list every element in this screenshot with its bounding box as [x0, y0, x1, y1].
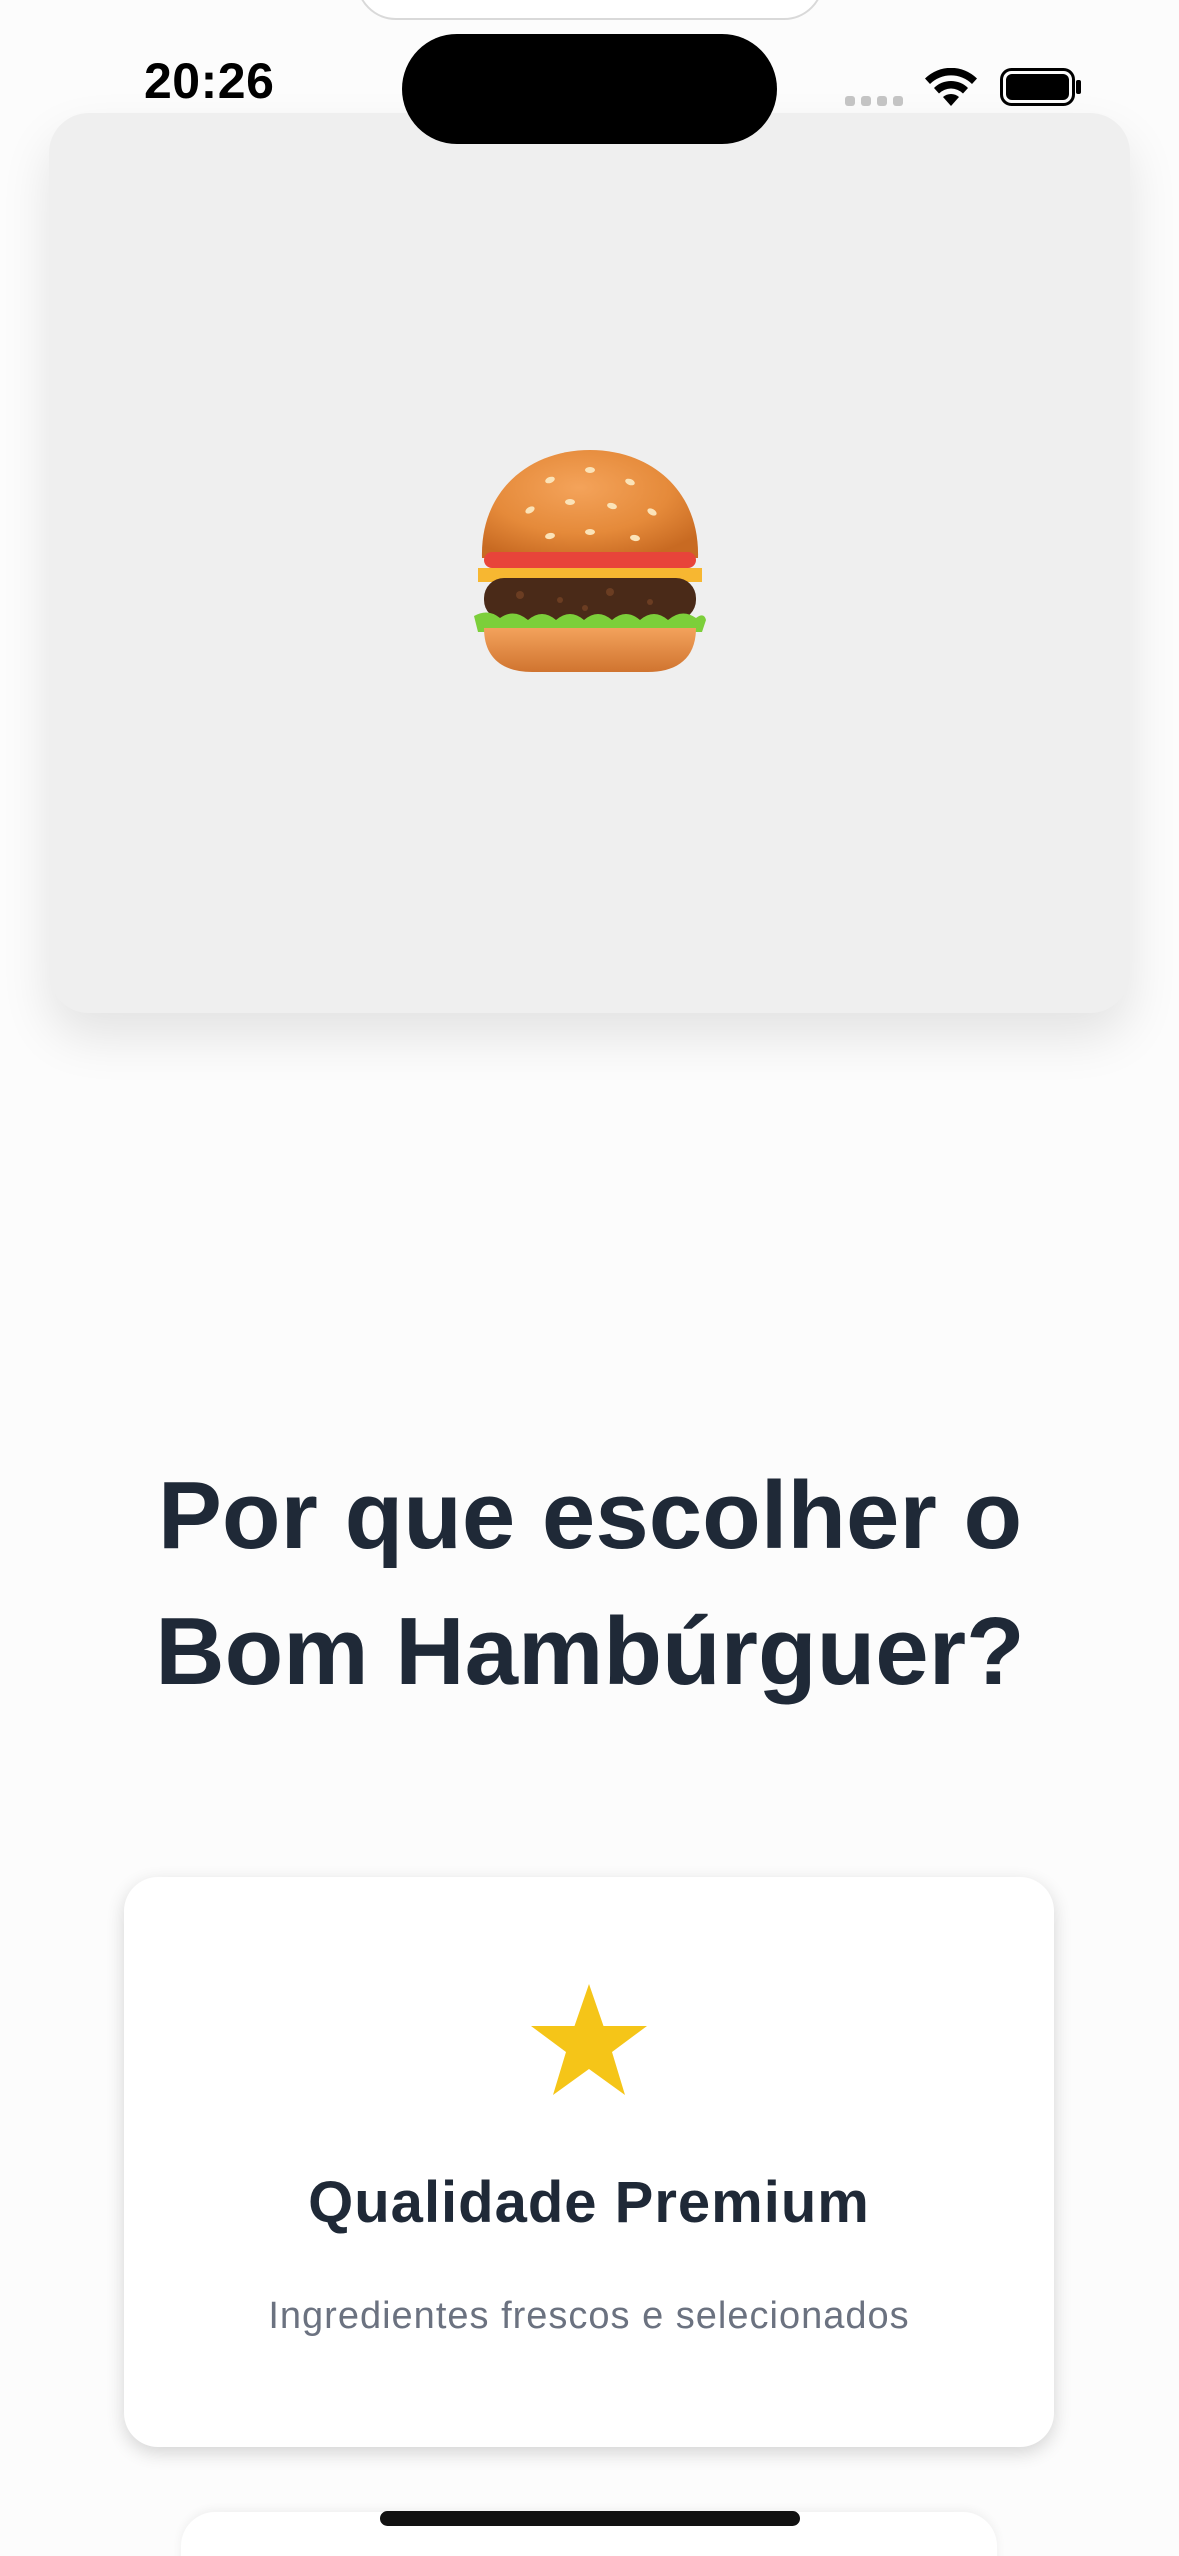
- dynamic-island: [402, 34, 777, 144]
- section-title-line-1: Por que escolher o: [157, 1462, 1023, 1569]
- battery-icon: [1000, 68, 1081, 106]
- feature-description: Ingredientes frescos e selecionados: [268, 2295, 910, 2337]
- section-title-line-2: Bom Hambúrguer?: [155, 1598, 1025, 1705]
- home-indicator[interactable]: [380, 2511, 800, 2526]
- hamburger-icon: [474, 450, 706, 672]
- section-title: Por que escolher o Bom Hambúrguer?: [90, 1448, 1090, 1720]
- top-sheet-handle: [356, 0, 824, 20]
- feature-title: Qualidade Premium: [308, 2170, 870, 2235]
- status-time: 20:26: [144, 53, 275, 109]
- star-icon: [531, 1984, 647, 2095]
- wifi-icon: [925, 68, 977, 106]
- app-screen: 20:26 Por que escolher o Bom Hambúrguer?…: [0, 0, 1179, 2556]
- cellular-signal-icon: [845, 96, 903, 106]
- feature-card-quality: Qualidade Premium Ingredientes frescos e…: [124, 1877, 1054, 2447]
